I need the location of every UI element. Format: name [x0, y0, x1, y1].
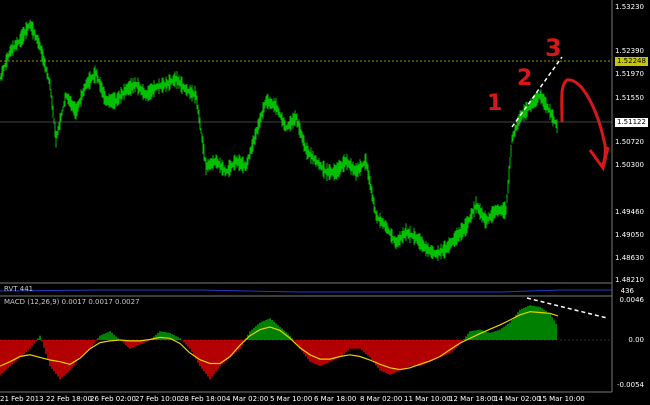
rvt-line	[0, 289, 612, 293]
price-label: 1.51970	[615, 70, 644, 78]
time-label: 8 Mar 02:00	[360, 395, 403, 403]
dashed-trendline-macd	[526, 297, 608, 319]
macd-axis-label: -0.0054	[616, 381, 644, 389]
price-label: 1.51550	[615, 94, 644, 102]
time-label: 5 Mar 10:00	[270, 395, 313, 403]
macd-title: MACD (12,26,9) 0.0017 0.0017 0.0027	[4, 298, 140, 306]
time-label: 12 Mar 18:00	[449, 395, 496, 403]
time-label: 28 Feb 18:00	[180, 395, 226, 403]
price-label: 1.49050	[615, 231, 644, 239]
time-label: 27 Feb 10:00	[135, 395, 181, 403]
rvt-title: RVT 441	[4, 285, 34, 293]
current-price-tag: 1.52248	[615, 57, 648, 66]
time-label: 21 Feb 2013	[0, 395, 44, 403]
time-label: 22 Feb 18:00	[46, 395, 92, 403]
annotation-mark-3: 3	[545, 34, 562, 62]
price-label: 1.50720	[615, 138, 644, 146]
time-label: 4 Mar 02:00	[226, 395, 269, 403]
price-label: 1.49460	[615, 208, 644, 216]
rvt-value: 436	[620, 287, 634, 295]
macd-panel	[0, 305, 612, 380]
rvt-panel	[0, 289, 612, 293]
macd-histogram	[0, 305, 557, 380]
price-label: 1.52390	[615, 47, 644, 55]
price-label: 1.48630	[615, 254, 644, 262]
time-label: 15 Mar 10:00	[538, 395, 585, 403]
price-label: 1.50300	[615, 161, 644, 169]
annotation-mark-1: 1	[487, 91, 502, 116]
price-label: 1.48210	[615, 276, 644, 284]
macd-axis-label: 0.00	[628, 336, 644, 344]
macd-axis-label: 0.0046	[619, 296, 645, 304]
time-label: 26 Feb 02:00	[90, 395, 136, 403]
line-price-tag: 1.51122	[615, 118, 648, 127]
annotation-mark-2: 2	[517, 66, 532, 91]
trading-chart[interactable]: 1 2 3	[0, 0, 650, 405]
price-panel	[0, 0, 612, 283]
price-label: 1.53230	[615, 3, 644, 11]
time-label: 6 Mar 18:00	[314, 395, 357, 403]
price-panel-background	[0, 0, 612, 283]
time-label: 11 Mar 10:00	[404, 395, 451, 403]
time-label: 14 Mar 02:00	[494, 395, 541, 403]
